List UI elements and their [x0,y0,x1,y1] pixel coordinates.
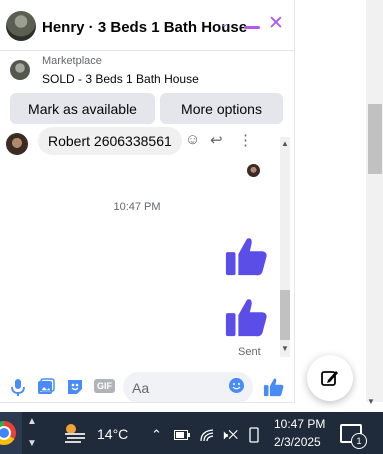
messenger-chat-window: Henry · 3 Beds 1 Bath House ⌄ ✕ Marketpl… [0,0,294,402]
message-status: Sent [238,346,261,358]
photo-icon[interactable] [37,378,55,396]
sticker-icon[interactable] [66,378,84,396]
device-icon[interactable] [248,427,260,443]
show-hidden-icons-icon[interactable]: ⌃ [151,427,162,443]
chat-scrollbar-thumb[interactable] [280,290,290,340]
compose-icon [321,371,338,386]
react-icon[interactable]: ☺ [185,131,200,148]
battery-icon[interactable] [174,430,190,440]
page-scrollbar[interactable] [366,0,383,402]
page-scrollbar-thumb[interactable] [368,104,382,174]
chat-header[interactable]: Henry · 3 Beds 1 Bath House ⌄ ✕ [0,0,294,50]
emoji-icon[interactable] [229,378,244,393]
marketplace-listing[interactable]: Marketplace SOLD - 3 Beds 1 Bath House [0,51,294,89]
chevron-down-icon[interactable]: ▼ [27,438,37,449]
close-icon[interactable]: ✕ [268,14,284,33]
mark-available-button[interactable]: Mark as available [10,93,155,124]
wifi-icon[interactable] [199,428,215,442]
new-message-button[interactable] [307,355,353,401]
message-timestamp: 10:47 PM [113,201,161,213]
contact-avatar[interactable] [6,11,36,41]
reply-icon[interactable]: ↩ [210,131,223,149]
windows-taskbar [0,412,383,454]
notification-badge: 1 [351,433,367,449]
chevron-up-icon[interactable]: ▲ [27,416,37,427]
like-thumb-icon [225,238,267,276]
incoming-message-bubble[interactable]: Robert 2606338561 [38,127,182,155]
listing-thumbnail [10,60,30,80]
scroll-up-arrow-icon[interactable]: ▲ [280,139,290,148]
seen-indicator-avatar [247,164,260,177]
page-scroll-down-icon[interactable]: ▼ [367,397,375,406]
weather-icon[interactable] [62,421,88,443]
microphone-icon[interactable] [9,378,27,396]
more-actions-icon[interactable]: ⋮ [238,131,253,149]
gif-button[interactable]: GIF [94,379,115,393]
clock-date[interactable]: 2/3/2025 [274,435,321,449]
scroll-down-arrow-icon[interactable]: ▼ [280,344,290,353]
listing-title: SOLD - 3 Beds 1 Bath House [42,72,199,86]
message-input-placeholder: Aa [132,380,150,396]
volume-muted-icon[interactable]: 🕨✕ [220,427,238,443]
clock-time[interactable]: 10:47 PM [274,417,325,431]
more-options-button[interactable]: More options [160,93,283,124]
temperature-label: 14°C [97,426,129,442]
sender-avatar [6,133,28,155]
like-thumb-icon [225,299,267,337]
minimize-icon[interactable] [244,26,260,29]
send-like-icon[interactable] [263,376,285,398]
marketplace-label: Marketplace [42,55,102,67]
chevron-down-icon[interactable]: ⌄ [219,15,230,31]
chat-title[interactable]: Henry · 3 Beds 1 Bath House [42,19,247,36]
